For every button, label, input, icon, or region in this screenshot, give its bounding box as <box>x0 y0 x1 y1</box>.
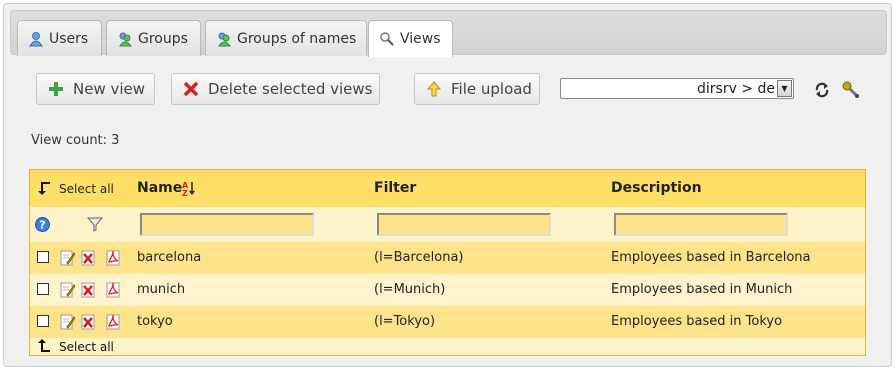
edit-icon[interactable] <box>60 314 76 330</box>
svg-text:Z: Z <box>182 189 188 196</box>
refresh-icon[interactable] <box>813 81 831 99</box>
views-table: Select all Name AZ Filter Description ? … <box>29 169 866 356</box>
upload-arrow-icon <box>425 80 443 98</box>
tab-users[interactable]: Users <box>17 20 102 56</box>
row-name: barcelona <box>137 250 202 265</box>
delete-icon[interactable] <box>81 314 96 330</box>
tab-groups[interactable]: Groups <box>106 20 201 56</box>
select-all-up-arrow-icon[interactable] <box>37 339 51 357</box>
table-row[interactable]: munich (l=Munich) Employees based in Mun… <box>30 274 865 306</box>
row-description: Employees based in Munich <box>611 282 793 297</box>
file-upload-label: File upload <box>451 80 532 98</box>
row-checkbox[interactable] <box>37 283 49 295</box>
wrench-icon[interactable] <box>842 81 860 99</box>
table-header: Select all Name AZ Filter Description <box>30 170 865 207</box>
filter-row: ? <box>30 207 865 242</box>
table-row[interactable]: barcelona (l=Barcelona) Employees based … <box>30 242 865 274</box>
funnel-filter-icon[interactable] <box>86 216 104 236</box>
pdf-icon[interactable] <box>106 314 121 330</box>
pdf-icon[interactable] <box>106 250 121 266</box>
row-checkbox[interactable] <box>37 315 49 327</box>
row-name: tokyo <box>137 314 173 329</box>
column-header-description[interactable]: Description <box>611 180 702 196</box>
delete-x-icon <box>182 80 200 98</box>
table-footer: Select all <box>30 338 865 355</box>
column-header-name[interactable]: Name <box>137 180 182 196</box>
table-row[interactable]: tokyo (l=Tokyo) Employees based in Tokyo <box>30 306 865 338</box>
select-all-footer-link[interactable]: Select all <box>59 340 114 354</box>
tab-bar: Users Groups Groups of names Views <box>10 10 887 57</box>
description-filter-input[interactable] <box>614 213 788 236</box>
tab-users-label: Users <box>49 30 89 47</box>
new-view-label: New view <box>73 80 146 98</box>
delete-icon[interactable] <box>81 250 96 266</box>
tab-groups-of-names-label: Groups of names <box>237 30 357 47</box>
row-filter: (l=Barcelona) <box>374 250 464 265</box>
tab-views-label: Views <box>400 31 441 47</box>
server-select[interactable]: dirsrv > de ▼ <box>560 78 794 99</box>
row-checkbox[interactable] <box>37 251 49 263</box>
user-icon <box>28 31 44 47</box>
row-filter: (l=Tokyo) <box>374 314 436 329</box>
edit-icon[interactable] <box>60 250 76 266</box>
new-view-button[interactable]: New view <box>36 73 155 105</box>
tab-views[interactable]: Views <box>368 20 453 57</box>
edit-icon[interactable] <box>60 282 76 298</box>
column-header-filter[interactable]: Filter <box>374 180 416 196</box>
select-all-down-arrow-icon[interactable] <box>37 181 51 199</box>
tab-groups-label: Groups <box>138 30 188 47</box>
group-icon <box>216 31 232 47</box>
magnifier-icon <box>379 31 395 47</box>
delete-icon[interactable] <box>81 282 96 298</box>
pdf-icon[interactable] <box>106 282 121 298</box>
row-description: Employees based in Tokyo <box>611 314 783 329</box>
group-icon <box>117 31 133 47</box>
svg-text:?: ? <box>39 219 45 232</box>
tab-groups-of-names[interactable]: Groups of names <box>205 20 367 56</box>
filter-filter-input[interactable] <box>377 213 551 236</box>
row-name: munich <box>137 282 186 297</box>
row-description: Employees based in Barcelona <box>611 250 811 265</box>
chevron-down-icon[interactable]: ▼ <box>777 80 792 97</box>
server-select-value: dirsrv > de <box>697 80 775 97</box>
file-upload-button[interactable]: File upload <box>414 73 540 105</box>
select-all-link[interactable]: Select all <box>59 182 114 196</box>
name-filter-input[interactable] <box>140 213 314 236</box>
help-icon[interactable]: ? <box>35 217 50 236</box>
sort-az-icon[interactable]: AZ <box>182 180 196 200</box>
plus-icon <box>47 80 65 98</box>
view-count: View count: 3 <box>31 133 120 148</box>
delete-views-label: Delete selected views <box>208 80 373 98</box>
row-filter: (l=Munich) <box>374 282 446 297</box>
delete-views-button[interactable]: Delete selected views <box>171 73 380 105</box>
